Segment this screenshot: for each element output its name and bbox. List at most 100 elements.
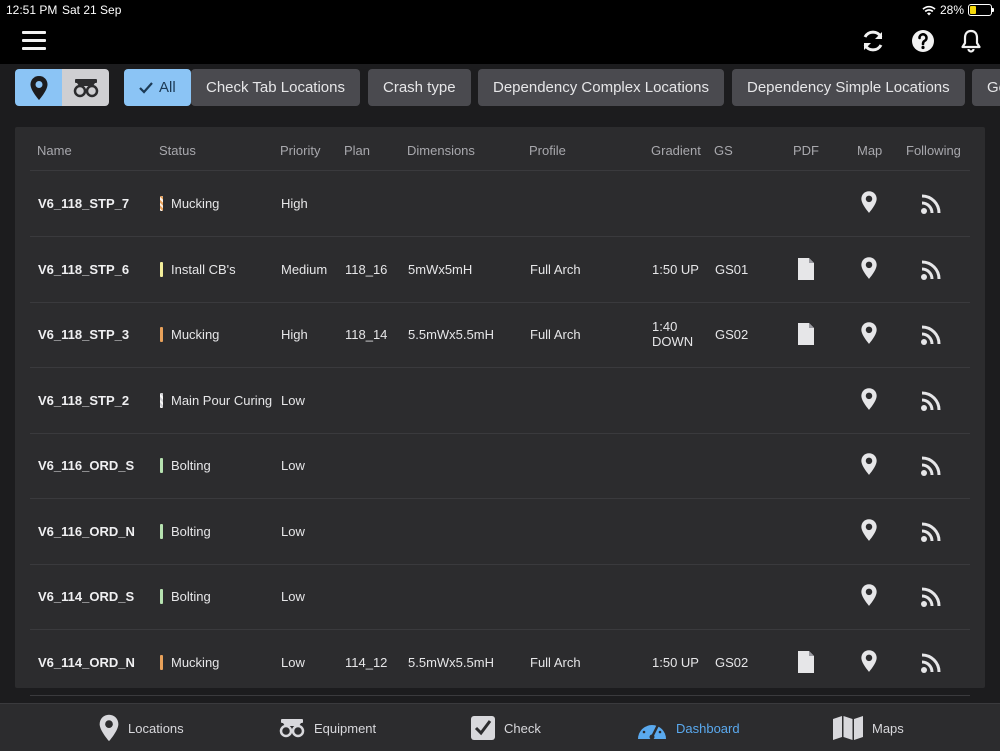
- follow-rss-icon[interactable]: [920, 390, 942, 417]
- battery-icon: [968, 4, 994, 16]
- row-name: V6_114_ORD_N: [38, 654, 135, 670]
- battery-percent: 28%: [939, 3, 964, 17]
- row-status: Bolting: [171, 523, 211, 539]
- row-name: V6_118_STP_2: [38, 392, 130, 408]
- row-plan: 114_12: [345, 654, 388, 670]
- follow-rss-icon[interactable]: [920, 455, 942, 482]
- equipment-icon: [73, 78, 98, 97]
- filter-chip-dependency-simple[interactable]: Dependency Simple Locations: [732, 69, 965, 106]
- locations-table: Name Status Priority Plan Dimensions Pro…: [15, 127, 985, 696]
- filter-chip-all[interactable]: All: [124, 69, 191, 106]
- tab-equipment[interactable]: Equipment: [278, 712, 376, 744]
- status-bar: 12:51 PM Sat 21 Sep 28%: [0, 0, 1000, 20]
- row-dimensions: 5.5mWx5.5mH: [408, 327, 494, 342]
- filter-chip-more[interactable]: Ge: [972, 69, 1000, 106]
- map-pin-icon[interactable]: [860, 649, 878, 678]
- row-gs: GS02: [715, 654, 749, 670]
- pdf-document-icon[interactable]: [797, 322, 815, 351]
- status-color-indicator: [160, 654, 163, 670]
- row-gradient: 1:40 DOWN: [652, 319, 694, 349]
- filter-chip-dependency-complex[interactable]: Dependency Complex Locations: [478, 69, 724, 106]
- follow-rss-icon[interactable]: [920, 324, 942, 351]
- locations-view-button[interactable]: [15, 69, 62, 106]
- row-name: V6_114_ORD_S: [38, 589, 135, 604]
- table-row[interactable]: V6_118_STP_7 Mucking High: [30, 171, 970, 237]
- map-pin-icon[interactable]: [860, 321, 878, 350]
- status-color-indicator: [160, 458, 163, 473]
- tab-maps[interactable]: Maps: [832, 712, 904, 744]
- header-status: Status: [159, 143, 196, 158]
- pdf-document-icon[interactable]: [797, 257, 815, 286]
- equipment-view-button[interactable]: [62, 69, 109, 106]
- table-row[interactable]: V6_114_ORD_S Bolting Low: [30, 564, 970, 630]
- header-plan: Plan: [344, 143, 371, 158]
- filter-chip-check-tab-locations[interactable]: Check Tab Locations: [191, 69, 360, 106]
- checkmark-icon: [139, 81, 153, 94]
- map-pin-icon[interactable]: [860, 190, 878, 219]
- wifi-icon: [922, 5, 936, 15]
- row-gradient: 1:50 UP: [652, 654, 699, 670]
- table-row[interactable]: V6_114_ORD_N Mucking Low 114_12 5.5mWx5.5mH F…: [30, 630, 970, 696]
- row-priority: Low: [281, 523, 305, 539]
- status-color-indicator: [160, 523, 163, 539]
- header-map: Map: [857, 143, 883, 158]
- table-row[interactable]: V6_118_STP_2 Main Pour Curing Low: [30, 368, 970, 434]
- notifications-bell-icon[interactable]: [958, 28, 984, 54]
- status-right: 28%: [922, 3, 994, 17]
- row-status: Mucking: [171, 654, 220, 670]
- row-plan: 118_16: [345, 261, 388, 277]
- follow-rss-icon[interactable]: [920, 586, 942, 613]
- table-row[interactable]: V6_116_ORD_S Bolting Low: [30, 433, 970, 499]
- map-pin-icon[interactable]: [860, 583, 878, 612]
- row-priority: High: [281, 327, 308, 342]
- row-priority: Medium: [281, 261, 328, 277]
- help-icon[interactable]: [910, 28, 936, 54]
- tab-dashboard[interactable]: Dashboard: [636, 712, 740, 744]
- row-priority: Low: [281, 589, 305, 604]
- tab-dashboard-label: Dashboard: [676, 720, 740, 736]
- menu-icon[interactable]: [22, 31, 46, 51]
- view-toggle: [15, 69, 109, 106]
- follow-rss-icon[interactable]: [920, 521, 942, 548]
- follow-rss-icon[interactable]: [920, 193, 942, 220]
- row-name: V6_118_STP_7: [38, 196, 130, 211]
- row-dimensions: 5.5mWx5.5mH: [408, 654, 494, 670]
- row-status: Mucking: [171, 196, 220, 211]
- bottom-tab-bar: Locations Equipment Check Dashboard Maps: [0, 703, 1000, 751]
- map-pin-icon[interactable]: [860, 256, 878, 285]
- table-row[interactable]: V6_116_ORD_N Bolting Low: [30, 499, 970, 565]
- status-color-indicator: [160, 327, 163, 342]
- follow-rss-icon[interactable]: [920, 652, 942, 679]
- row-name: V6_118_STP_3: [38, 327, 130, 342]
- battery-level: [970, 6, 976, 14]
- row-profile: Full Arch: [530, 654, 581, 670]
- tab-check[interactable]: Check: [470, 712, 541, 744]
- map-pin-icon[interactable]: [860, 387, 878, 416]
- header-name: Name: [37, 143, 72, 158]
- follow-rss-icon[interactable]: [920, 259, 942, 286]
- status-color-indicator: [160, 261, 163, 277]
- row-dimensions: 5mWx5mH: [408, 261, 473, 277]
- filter-chip-crash-type[interactable]: Crash type: [368, 69, 471, 106]
- header-dimensions: Dimensions: [407, 143, 475, 158]
- header-following: Following: [906, 143, 961, 158]
- row-status: Install CB's: [171, 261, 236, 277]
- row-plan: 118_14: [345, 327, 388, 342]
- row-gs: GS01: [715, 261, 749, 277]
- tab-locations-label: Locations: [128, 720, 184, 736]
- top-bar: [0, 20, 1000, 64]
- status-date: Sat 21 Sep: [62, 3, 122, 17]
- tab-locations[interactable]: Locations: [98, 712, 184, 744]
- header-pdf: PDF: [793, 143, 819, 158]
- refresh-icon[interactable]: [860, 28, 886, 54]
- table-row[interactable]: V6_118_STP_3 Mucking High 118_14 5.5mWx5.5mH…: [30, 302, 970, 368]
- map-pin-icon[interactable]: [860, 518, 878, 547]
- pdf-document-icon[interactable]: [797, 650, 815, 679]
- table-row[interactable]: V6_118_STP_6 Install CB's Medium 118_16 5mWx…: [30, 237, 970, 303]
- tab-maps-label: Maps: [872, 720, 904, 736]
- row-gradient: 1:50 UP: [652, 261, 699, 277]
- map-pin-icon[interactable]: [860, 452, 878, 481]
- filter-chip-all-label: All: [159, 79, 176, 96]
- tab-check-label: Check: [504, 720, 541, 736]
- row-gs: GS02: [715, 327, 749, 342]
